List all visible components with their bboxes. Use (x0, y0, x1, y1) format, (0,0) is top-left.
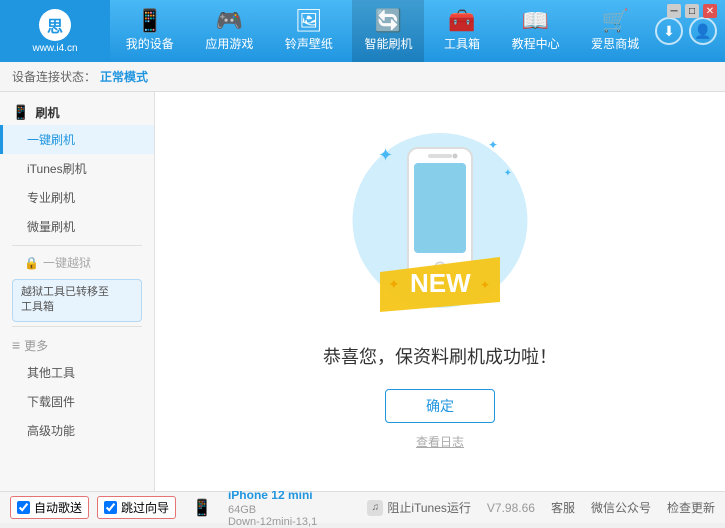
device-storage: 64GB (228, 504, 256, 516)
sidebar-more-section: ≡ 更多 (0, 331, 154, 358)
sidebar-jailbreak-notice: 越狱工具已转移至工具箱 (12, 279, 142, 322)
sidebar-item-pro-flash[interactable]: 专业刷机 (0, 183, 154, 212)
sparkle-top-right: ✦ (504, 168, 512, 179)
success-message: 恭喜您，保资料刷机成功啦！ (323, 343, 557, 369)
itunes-flash-label: iTunes刷机 (27, 162, 87, 176)
skip-wizard-input[interactable] (104, 501, 117, 514)
customer-service-link[interactable]: 客服 (551, 499, 575, 516)
jailbreak-label: 一键越狱 (43, 254, 91, 271)
flash-section-icon: 📱 (12, 104, 29, 121)
confirm-button[interactable]: 确定 (385, 389, 495, 423)
bottom-right: ♫ 阻止iTunes运行 V7.98.66 客服 微信公众号 检查更新 (367, 499, 715, 516)
more-section-label: 更多 (24, 337, 48, 354)
minimize-button[interactable]: ─ (667, 4, 681, 18)
wallpaper-icon: 🖼 (295, 10, 323, 32)
skip-wizard-label: 跳过向导 (121, 499, 169, 516)
nav-my-device-label: 我的设备 (126, 35, 174, 52)
sidebar-divider-1 (12, 245, 142, 246)
version-text: V7.98.66 (487, 501, 535, 515)
nav-smart-flash[interactable]: 🔄 智能刷机 (352, 0, 424, 62)
other-tools-label: 其他工具 (27, 366, 75, 380)
sidebar-divider-2 (12, 326, 142, 327)
logo: 思 www.i4.cn (0, 0, 110, 62)
goto-log-link[interactable]: 查看日志 (416, 433, 464, 450)
smart-flash-icon: 🔄 (375, 10, 402, 32)
tutorial-icon: 📖 (522, 10, 549, 32)
device-section: 📱 iPhone 12 mini 64GB Down-12mini-13,1 (192, 488, 317, 528)
more-section-icon: ≡ (12, 337, 20, 353)
content-area: ✦ ✦ ✦ ✦ (155, 92, 725, 491)
sparkle-left: ✦ (378, 145, 393, 166)
nav-wallpaper[interactable]: 🖼 铃声壁纸 (273, 0, 345, 62)
sidebar: 📱 刷机 一键刷机 iTunes刷机 专业刷机 微量刷机 🔒 一键越狱 越狱工具… (0, 92, 155, 491)
device-phone-icon: 📱 (192, 498, 212, 518)
status-value: 正常模式 (100, 68, 148, 85)
logo-circle: 思 (39, 9, 71, 41)
apps-games-icon: 🎮 (216, 10, 243, 32)
main-layout: 📱 刷机 一键刷机 iTunes刷机 专业刷机 微量刷机 🔒 一键越狱 越狱工具… (0, 92, 725, 491)
nav-wallpaper-label: 铃声壁纸 (285, 35, 333, 52)
status-label: 设备连接状态： (12, 68, 96, 85)
stop-itunes-bar[interactable]: ♫ 阻止iTunes运行 (367, 499, 471, 516)
micro-flash-label: 微量刷机 (27, 220, 75, 234)
nav-apps-games[interactable]: 🎮 应用游戏 (193, 0, 265, 62)
sidebar-flash-section: 📱 刷机 (0, 98, 154, 125)
window-controls: ─ □ ✕ (667, 4, 717, 18)
sidebar-item-download-firmware[interactable]: 下载固件 (0, 387, 154, 416)
lock-icon: 🔒 (24, 256, 39, 270)
nav-toolbox-label: 工具箱 (444, 35, 480, 52)
advanced-label: 高级功能 (27, 424, 75, 438)
flash-section-label: 刷机 (35, 104, 59, 121)
toolbox-icon: 🧰 (448, 10, 475, 32)
nav-store-label: 爱思商城 (591, 35, 639, 52)
new-ribbon: ✦ ✦ NEW (380, 257, 500, 315)
nav-toolbox[interactable]: 🧰 工具箱 (432, 0, 492, 62)
logo-text: www.i4.cn (32, 43, 77, 54)
stop-itunes-label: 阻止iTunes运行 (387, 499, 471, 516)
download-firmware-label: 下载固件 (27, 395, 75, 409)
skip-wizard-checkbox[interactable]: 跳过向导 (97, 496, 176, 519)
top-right-area: ⬇ 👤 (655, 17, 725, 45)
sparkle-right: ✦ (488, 138, 498, 152)
check-update-link[interactable]: 检查更新 (667, 499, 715, 516)
sidebar-item-one-click-flash[interactable]: 一键刷机 (0, 125, 154, 154)
sidebar-item-itunes-flash[interactable]: iTunes刷机 (0, 154, 154, 183)
download-button[interactable]: ⬇ (655, 17, 683, 45)
pro-flash-label: 专业刷机 (27, 191, 75, 205)
maximize-button[interactable]: □ (685, 4, 699, 18)
svg-text:NEW: NEW (410, 268, 471, 298)
device-model: Down-12mini-13,1 (228, 516, 317, 528)
itunes-icon: ♫ (367, 500, 383, 516)
nav-apps-games-label: 应用游戏 (205, 35, 253, 52)
sidebar-item-advanced[interactable]: 高级功能 (0, 416, 154, 445)
auto-jump-checkbox[interactable]: 自动歌送 (10, 496, 89, 519)
sidebar-item-other-tools[interactable]: 其他工具 (0, 358, 154, 387)
bottom-left: 自动歌送 跳过向导 📱 iPhone 12 mini 64GB Down-12m… (10, 488, 317, 528)
status-bar: 设备连接状态： 正常模式 (0, 62, 725, 92)
one-click-flash-label: 一键刷机 (27, 133, 75, 147)
nav-my-device[interactable]: 📱 我的设备 (114, 0, 186, 62)
auto-jump-input[interactable] (17, 501, 30, 514)
device-info: iPhone 12 mini 64GB Down-12mini-13,1 (228, 488, 317, 528)
nav-store[interactable]: 🛒 爱思商城 (579, 0, 651, 62)
close-button[interactable]: ✕ (703, 4, 717, 18)
nav-tutorial[interactable]: 📖 教程中心 (500, 0, 572, 62)
nav-tutorial-label: 教程中心 (512, 35, 560, 52)
user-button[interactable]: 👤 (689, 17, 717, 45)
wechat-link[interactable]: 微信公众号 (591, 499, 651, 516)
svg-text:✦: ✦ (388, 276, 400, 292)
svg-text:✦: ✦ (480, 278, 490, 292)
phone-illustration: ✦ ✦ ✦ ✦ (340, 133, 540, 323)
logo-icon: 思 (47, 13, 63, 37)
bottom-bar: 自动歌送 跳过向导 📱 iPhone 12 mini 64GB Down-12m… (0, 491, 725, 523)
sidebar-item-micro-flash[interactable]: 微量刷机 (0, 212, 154, 241)
auto-jump-label: 自动歌送 (34, 499, 82, 516)
nav-bar: 📱 我的设备 🎮 应用游戏 🖼 铃声壁纸 🔄 智能刷机 🧰 工具箱 📖 教程中心… (110, 0, 655, 62)
nav-smart-flash-label: 智能刷机 (364, 35, 412, 52)
my-device-icon: 📱 (136, 10, 163, 32)
jailbreak-notice-text: 越狱工具已转移至工具箱 (21, 286, 109, 313)
top-bar: ─ □ ✕ 思 www.i4.cn 📱 我的设备 🎮 应用游戏 🖼 铃声壁纸 🔄… (0, 0, 725, 62)
store-icon: 🛒 (601, 10, 628, 32)
sidebar-jailbreak-locked: 🔒 一键越狱 (0, 250, 154, 275)
